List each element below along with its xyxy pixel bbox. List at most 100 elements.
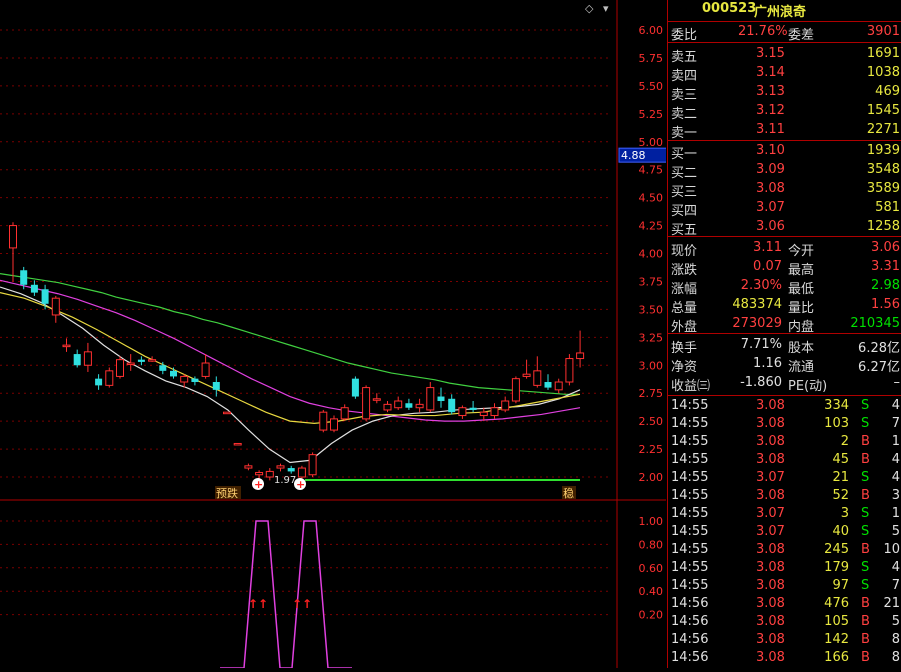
candle-body bbox=[511, 378, 520, 402]
candle-body bbox=[276, 465, 285, 469]
indicator-tick-label: 0.20 bbox=[639, 609, 664, 622]
tick-count: 3 bbox=[891, 488, 900, 503]
quote-label: 量比 bbox=[788, 301, 815, 316]
candle-body bbox=[233, 442, 242, 446]
price-tick-label: 2.50 bbox=[639, 415, 664, 428]
fund-label: 收益㈢ bbox=[671, 379, 711, 394]
signal-arrow-icon: ↑ bbox=[258, 597, 268, 611]
candle-body bbox=[415, 403, 424, 409]
quote-label: 涨幅 bbox=[671, 282, 698, 297]
dropdown-icon[interactable]: ▾ bbox=[603, 2, 609, 15]
ask-label: 卖一 bbox=[671, 126, 698, 141]
tick-side: B bbox=[861, 632, 870, 647]
bid-row: 买五 3.06 1258 bbox=[668, 218, 901, 238]
ask-volume: 1545 bbox=[866, 103, 900, 118]
price-tick-label: 3.25 bbox=[639, 331, 664, 344]
tick-row: 14:55 3.08 45 B 4 bbox=[668, 451, 901, 469]
candle-body bbox=[191, 378, 199, 383]
ask-row: 卖五 3.15 1691 bbox=[668, 45, 901, 65]
quote-value: 2.98 bbox=[871, 278, 900, 293]
tick-price: 3.08 bbox=[756, 632, 785, 647]
candle-body bbox=[565, 358, 574, 383]
weicha-label: 委差 bbox=[788, 28, 815, 43]
tick-volume: 52 bbox=[832, 488, 849, 503]
quote-value: 3.11 bbox=[753, 240, 782, 255]
tick-side: S bbox=[861, 470, 870, 485]
tick-time: 14:55 bbox=[671, 542, 709, 557]
kline-chart-area[interactable]: 6.00 5.75 5.50 5.25 5.00 4.75 4.50 4.25 4.00 3.75… bbox=[0, 0, 668, 669]
stock-code: 000523 bbox=[702, 1, 757, 16]
quote-panel: 000523 广州浪奇 委比 21.76% 委差 3901 卖五 3.15 1691… bbox=[667, 0, 901, 668]
candle-body bbox=[126, 362, 135, 366]
tick-side: S bbox=[861, 398, 870, 413]
tag-yudie: 预跌 bbox=[216, 486, 238, 500]
price-tick-label: 4.75 bbox=[639, 164, 664, 177]
tick-row: 14:55 3.08 52 B 3 bbox=[668, 487, 901, 505]
quote-label: 现价 bbox=[671, 244, 698, 259]
tick-count: 4 bbox=[891, 398, 900, 413]
weicha-value: 3901 bbox=[866, 24, 900, 39]
fund-value: 1.16 bbox=[753, 356, 782, 371]
stock-name: 广州浪奇 bbox=[754, 5, 807, 20]
ask-volume: 1691 bbox=[866, 46, 900, 61]
ask-volume: 2271 bbox=[866, 122, 900, 137]
quote-row: 现价 3.11 今开 3.06 bbox=[668, 239, 901, 259]
tick-count: 8 bbox=[891, 650, 900, 665]
tick-time: 14:55 bbox=[671, 470, 709, 485]
tick-volume: 3 bbox=[840, 506, 849, 521]
bid-label: 买二 bbox=[671, 166, 698, 181]
fund-label: 净资 bbox=[671, 360, 698, 375]
tick-time: 14:55 bbox=[671, 416, 709, 431]
cross-marker-glyph: + bbox=[254, 478, 263, 491]
bid-row: 买二 3.09 3548 bbox=[668, 161, 901, 181]
bid-price: 3.08 bbox=[756, 181, 785, 196]
tick-count: 7 bbox=[891, 416, 900, 431]
bid-row: 买三 3.08 3589 bbox=[668, 180, 901, 200]
bid-volume: 581 bbox=[875, 200, 900, 215]
candle-body bbox=[265, 470, 274, 478]
tick-time: 14:56 bbox=[671, 596, 709, 611]
price-tick-label: 4.00 bbox=[639, 248, 664, 261]
tick-volume: 21 bbox=[832, 470, 849, 485]
tick-volume: 105 bbox=[824, 614, 849, 629]
bid-volume: 1258 bbox=[866, 219, 900, 234]
candle-body bbox=[95, 378, 103, 386]
tick-side: B bbox=[861, 542, 870, 557]
indicator-tick-label: 0.60 bbox=[639, 562, 664, 575]
bid-volume: 3589 bbox=[866, 181, 900, 196]
bid-label: 买三 bbox=[671, 185, 698, 200]
candle-body bbox=[448, 398, 456, 413]
quote-value: 2.30% bbox=[740, 278, 782, 293]
tick-time: 14:55 bbox=[671, 434, 709, 449]
tick-time: 14:55 bbox=[671, 578, 709, 593]
signal-arrow-icon: ↑ bbox=[292, 597, 302, 611]
tick-price: 3.08 bbox=[756, 578, 785, 593]
indicator-tick-label: 1.00 bbox=[639, 515, 664, 528]
candle-body bbox=[490, 407, 499, 417]
ask-row: 卖一 3.11 2271 bbox=[668, 121, 901, 141]
candle-body bbox=[405, 403, 413, 408]
kline-chart[interactable]: 6.00 5.75 5.50 5.25 5.00 4.75 4.50 4.25 4.00 3.75… bbox=[0, 0, 668, 669]
bid-label: 买一 bbox=[671, 147, 698, 162]
tick-row: 14:55 3.07 40 S 5 bbox=[668, 523, 901, 541]
candle-body bbox=[576, 352, 585, 360]
tick-row: 14:55 3.08 334 S 4 bbox=[668, 397, 901, 415]
quote-value: 1.56 bbox=[871, 297, 900, 312]
tick-time: 14:55 bbox=[671, 560, 709, 575]
tick-volume: 245 bbox=[824, 542, 849, 557]
fund-value: 6.27亿 bbox=[858, 360, 900, 375]
diamond-icon[interactable]: ◇ bbox=[585, 2, 593, 15]
bid-label: 买四 bbox=[671, 204, 698, 219]
price-tick-label: 3.50 bbox=[639, 303, 664, 316]
candle-body bbox=[533, 370, 542, 386]
candle-body bbox=[297, 467, 306, 478]
tick-row: 14:56 3.08 476 B 21 bbox=[668, 595, 901, 613]
candle-body bbox=[41, 289, 49, 304]
ask-row: 卖二 3.12 1545 bbox=[668, 102, 901, 122]
price-tick-label: 5.50 bbox=[639, 80, 664, 93]
tick-price: 3.08 bbox=[756, 560, 785, 575]
candle-body bbox=[73, 354, 81, 366]
fund-label: PE(动) bbox=[788, 379, 828, 394]
quote-value: 210345 bbox=[850, 316, 900, 331]
candle-body bbox=[308, 454, 317, 476]
